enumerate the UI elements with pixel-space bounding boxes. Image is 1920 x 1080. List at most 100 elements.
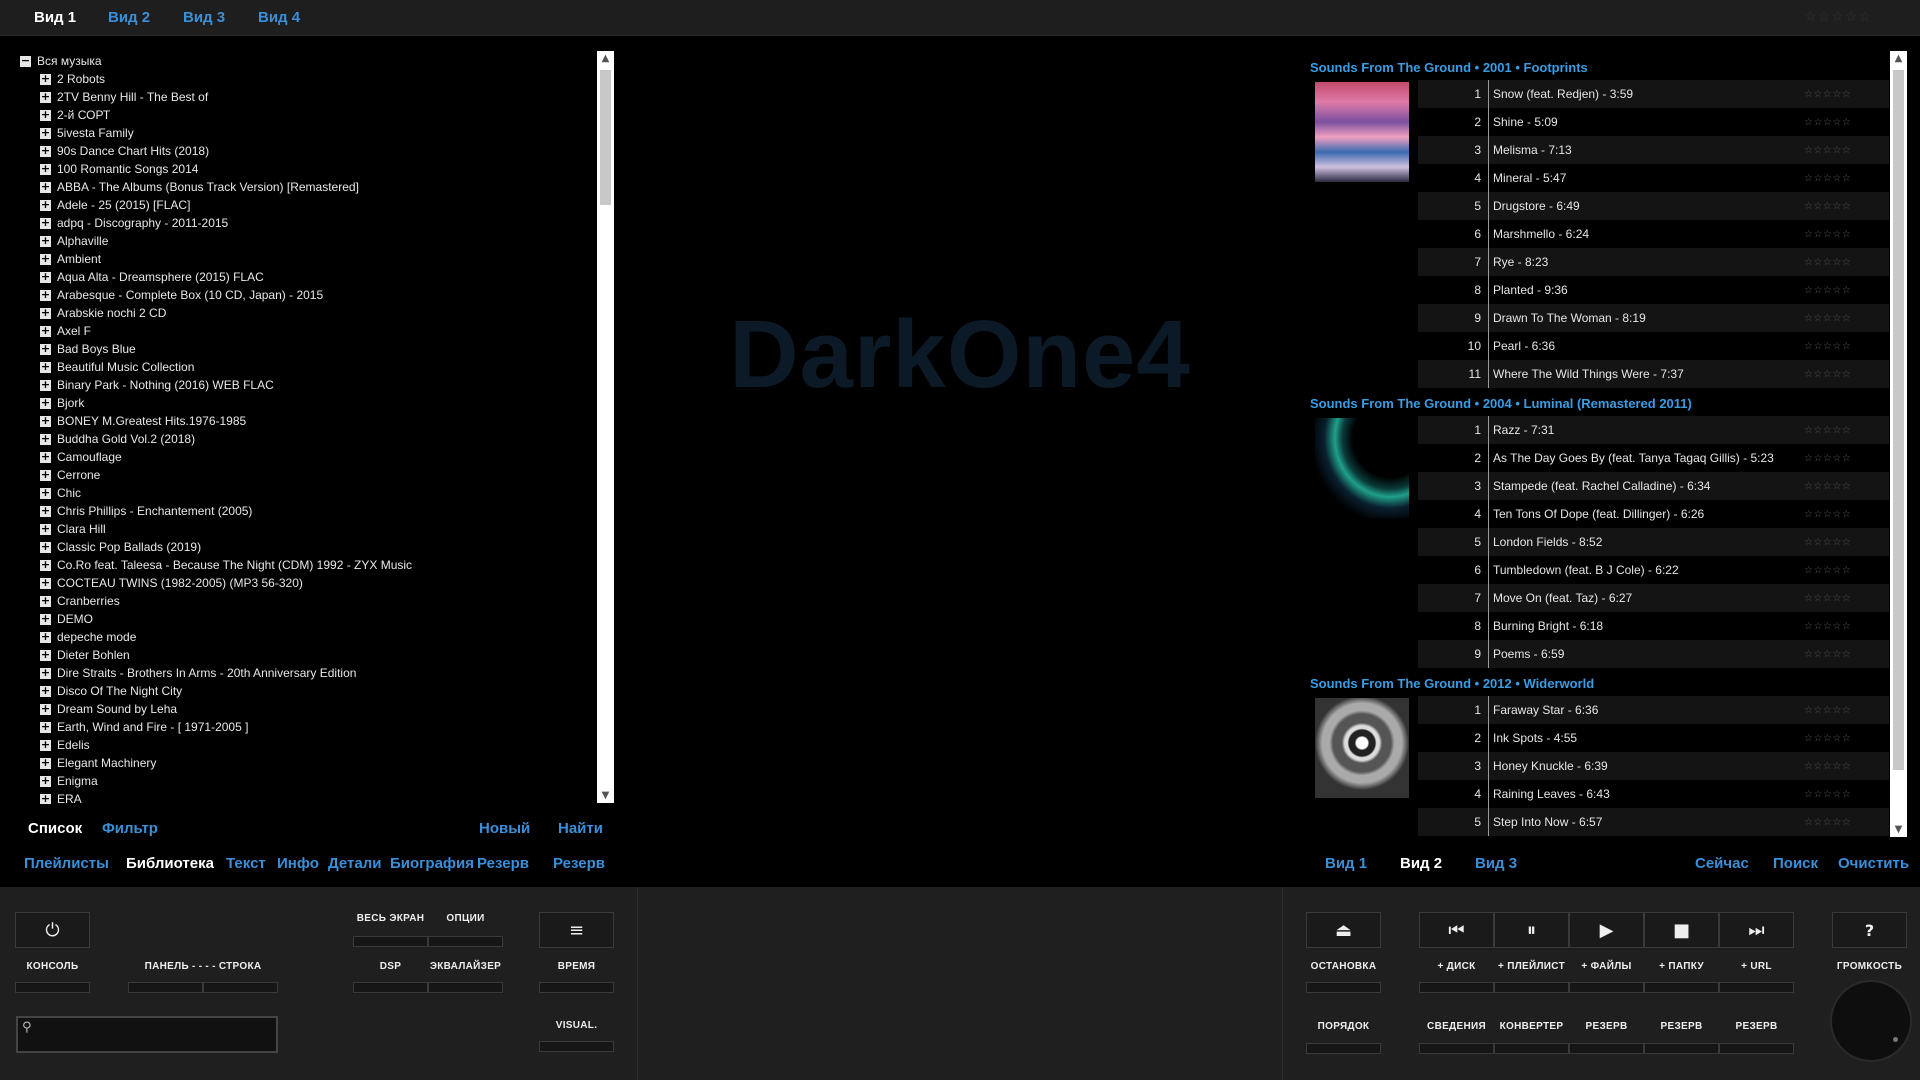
expand-icon[interactable]: + — [40, 73, 51, 85]
track-row[interactable]: 4 Raining Leaves - 6:43 ☆☆☆☆☆ — [1418, 780, 1889, 808]
menu-button[interactable]: ≡ — [539, 912, 614, 948]
tree-item[interactable]: + Ambient — [20, 250, 590, 268]
track-rating[interactable]: ☆☆☆☆☆ — [1804, 621, 1889, 632]
expand-icon[interactable]: + — [40, 109, 51, 121]
reserve-button-3[interactable] — [1719, 1043, 1794, 1054]
tree-item[interactable]: +2TV Benny Hill - The Best of — [20, 88, 590, 106]
expand-icon[interactable]: + — [40, 397, 51, 409]
expand-icon[interactable]: + — [40, 757, 51, 769]
tree-item[interactable]: + Elegant Machinery — [20, 754, 590, 772]
tree-root[interactable]: − Вся музыка — [20, 52, 590, 70]
tree-item[interactable]: +100 Romantic Songs 2014 — [20, 160, 590, 178]
track-row[interactable]: 2 As The Day Goes By (feat. Tanya Tagaq G… — [1418, 444, 1889, 472]
tree-item[interactable]: + Earth, Wind and Fire - [ 1971-2005 ] — [20, 718, 590, 736]
tab-search[interactable]: Поиск — [1773, 855, 1818, 872]
expand-icon[interactable]: + — [40, 559, 51, 571]
tree-item[interactable]: + Chris Phillips - Enchantement (2005) — [20, 502, 590, 520]
tree-item[interactable]: + DEMO — [20, 610, 590, 628]
eject-button[interactable]: ⏏ — [1306, 912, 1381, 948]
tab-info[interactable]: Инфо — [277, 855, 319, 872]
tab-view-1[interactable]: Вид 1 — [1325, 855, 1367, 872]
track-row[interactable]: 10 Pearl - 6:36 ☆☆☆☆☆ — [1418, 332, 1889, 360]
track-row[interactable]: 8 Planted - 9:36 ☆☆☆☆☆ — [1418, 276, 1889, 304]
expand-icon[interactable]: + — [40, 685, 51, 697]
track-rating[interactable]: ☆☆☆☆☆ — [1804, 425, 1889, 436]
expand-icon[interactable]: + — [40, 325, 51, 337]
track-row[interactable]: 9 Drawn To The Woman - 8:19 ☆☆☆☆☆ — [1418, 304, 1889, 332]
track-row[interactable]: 2 Ink Spots - 4:55 ☆☆☆☆☆ — [1418, 724, 1889, 752]
track-row[interactable]: 3 Melisma - 7:13 ☆☆☆☆☆ — [1418, 136, 1889, 164]
track-row[interactable]: 4 Mineral - 5:47 ☆☆☆☆☆ — [1418, 164, 1889, 192]
track-rating[interactable]: ☆☆☆☆☆ — [1804, 453, 1889, 464]
panel-toggle[interactable] — [128, 982, 203, 993]
top-tab-view-1[interactable]: Вид 1 — [34, 9, 76, 26]
expand-icon[interactable]: + — [40, 775, 51, 787]
track-row[interactable]: 6 Marshmello - 6:24 ☆☆☆☆☆ — [1418, 220, 1889, 248]
scroll-thumb[interactable] — [600, 70, 611, 205]
time-toggle[interactable] — [539, 982, 614, 993]
track-rating[interactable]: ☆☆☆☆☆ — [1804, 229, 1889, 240]
tree-item[interactable]: + Classic Pop Ballads (2019) — [20, 538, 590, 556]
track-rating[interactable]: ☆☆☆☆☆ — [1804, 369, 1889, 380]
playlist-scrollbar[interactable]: ▲ ▼ — [1890, 51, 1907, 837]
track-rating[interactable]: ☆☆☆☆☆ — [1804, 173, 1889, 184]
track-rating[interactable]: ☆☆☆☆☆ — [1804, 593, 1889, 604]
library-scrollbar[interactable]: ▲ ▼ — [597, 51, 614, 803]
power-button[interactable]: ⏻ — [15, 912, 90, 948]
tree-item[interactable]: + Beautiful Music Collection — [20, 358, 590, 376]
add-folder-button[interactable] — [1644, 982, 1719, 993]
track-rating[interactable]: ☆☆☆☆☆ — [1804, 817, 1889, 828]
track-row[interactable]: 5 Drugstore - 6:49 ☆☆☆☆☆ — [1418, 192, 1889, 220]
expand-icon[interactable]: + — [40, 505, 51, 517]
expand-icon[interactable]: + — [40, 667, 51, 679]
previous-button[interactable]: ⏮ — [1419, 912, 1494, 948]
expand-icon[interactable]: + — [40, 181, 51, 193]
expand-icon[interactable]: + — [40, 739, 51, 751]
expand-icon[interactable]: + — [40, 595, 51, 607]
tab-reserve-1[interactable]: Резерв — [477, 855, 529, 872]
tree-item[interactable]: + Camouflage — [20, 448, 590, 466]
expand-icon[interactable]: + — [40, 199, 51, 211]
tab-list[interactable]: Список — [28, 820, 82, 837]
album-cover[interactable] — [1315, 698, 1409, 798]
track-row[interactable]: 1 Snow (feat. Redjen) - 3:59 ☆☆☆☆☆ — [1418, 80, 1889, 108]
track-rating[interactable]: ☆☆☆☆☆ — [1804, 481, 1889, 492]
tree-item[interactable]: + depeche mode — [20, 628, 590, 646]
expand-icon[interactable]: + — [40, 469, 51, 481]
tab-lyrics[interactable]: Текст — [226, 855, 266, 872]
tree-item[interactable]: +2 Robots — [20, 70, 590, 88]
reserve-button-2[interactable] — [1644, 1043, 1719, 1054]
track-row[interactable]: 5 London Fields - 8:52 ☆☆☆☆☆ — [1418, 528, 1889, 556]
expand-icon[interactable]: + — [40, 487, 51, 499]
expand-icon[interactable]: + — [40, 631, 51, 643]
album-cover[interactable] — [1315, 82, 1409, 182]
track-rating[interactable]: ☆☆☆☆☆ — [1804, 89, 1889, 100]
scroll-down-icon[interactable]: ▼ — [1890, 824, 1907, 835]
album-header[interactable]: Sounds From The Ground • 2004 • Luminal … — [1310, 396, 1692, 411]
track-rating[interactable]: ☆☆☆☆☆ — [1804, 789, 1889, 800]
track-row[interactable]: 1 Razz - 7:31 ☆☆☆☆☆ — [1418, 416, 1889, 444]
add-disc-button[interactable] — [1419, 982, 1494, 993]
track-row[interactable]: 7 Move On (feat. Taz) - 6:27 ☆☆☆☆☆ — [1418, 584, 1889, 612]
expand-icon[interactable]: + — [40, 523, 51, 535]
tree-item[interactable]: + Edelis — [20, 736, 590, 754]
expand-icon[interactable]: + — [40, 433, 51, 445]
add-url-button[interactable] — [1719, 982, 1794, 993]
expand-icon[interactable]: + — [40, 415, 51, 427]
track-row[interactable]: 8 Burning Bright - 6:18 ☆☆☆☆☆ — [1418, 612, 1889, 640]
add-files-button[interactable] — [1569, 982, 1644, 993]
expand-icon[interactable]: + — [40, 271, 51, 283]
track-row[interactable]: 3 Stampede (feat. Rachel Calladine) - 6:3… — [1418, 472, 1889, 500]
expand-icon[interactable]: + — [40, 613, 51, 625]
tab-biography[interactable]: Биография — [390, 855, 474, 872]
stop-after-toggle[interactable] — [1306, 982, 1381, 993]
top-tab-view-4[interactable]: Вид 4 — [258, 9, 300, 26]
row-toggle[interactable] — [203, 982, 278, 993]
track-rating[interactable]: ☆☆☆☆☆ — [1804, 257, 1889, 268]
tree-item[interactable]: + Arabskie nochi 2 CD — [20, 304, 590, 322]
track-rating[interactable]: ☆☆☆☆☆ — [1804, 117, 1889, 128]
tree-item[interactable]: +2-й СОРТ — [20, 106, 590, 124]
expand-icon[interactable]: + — [40, 541, 51, 553]
tree-item[interactable]: + adpq - Discography - 2011-2015 — [20, 214, 590, 232]
tab-playlists[interactable]: Плейлисты — [24, 855, 109, 872]
